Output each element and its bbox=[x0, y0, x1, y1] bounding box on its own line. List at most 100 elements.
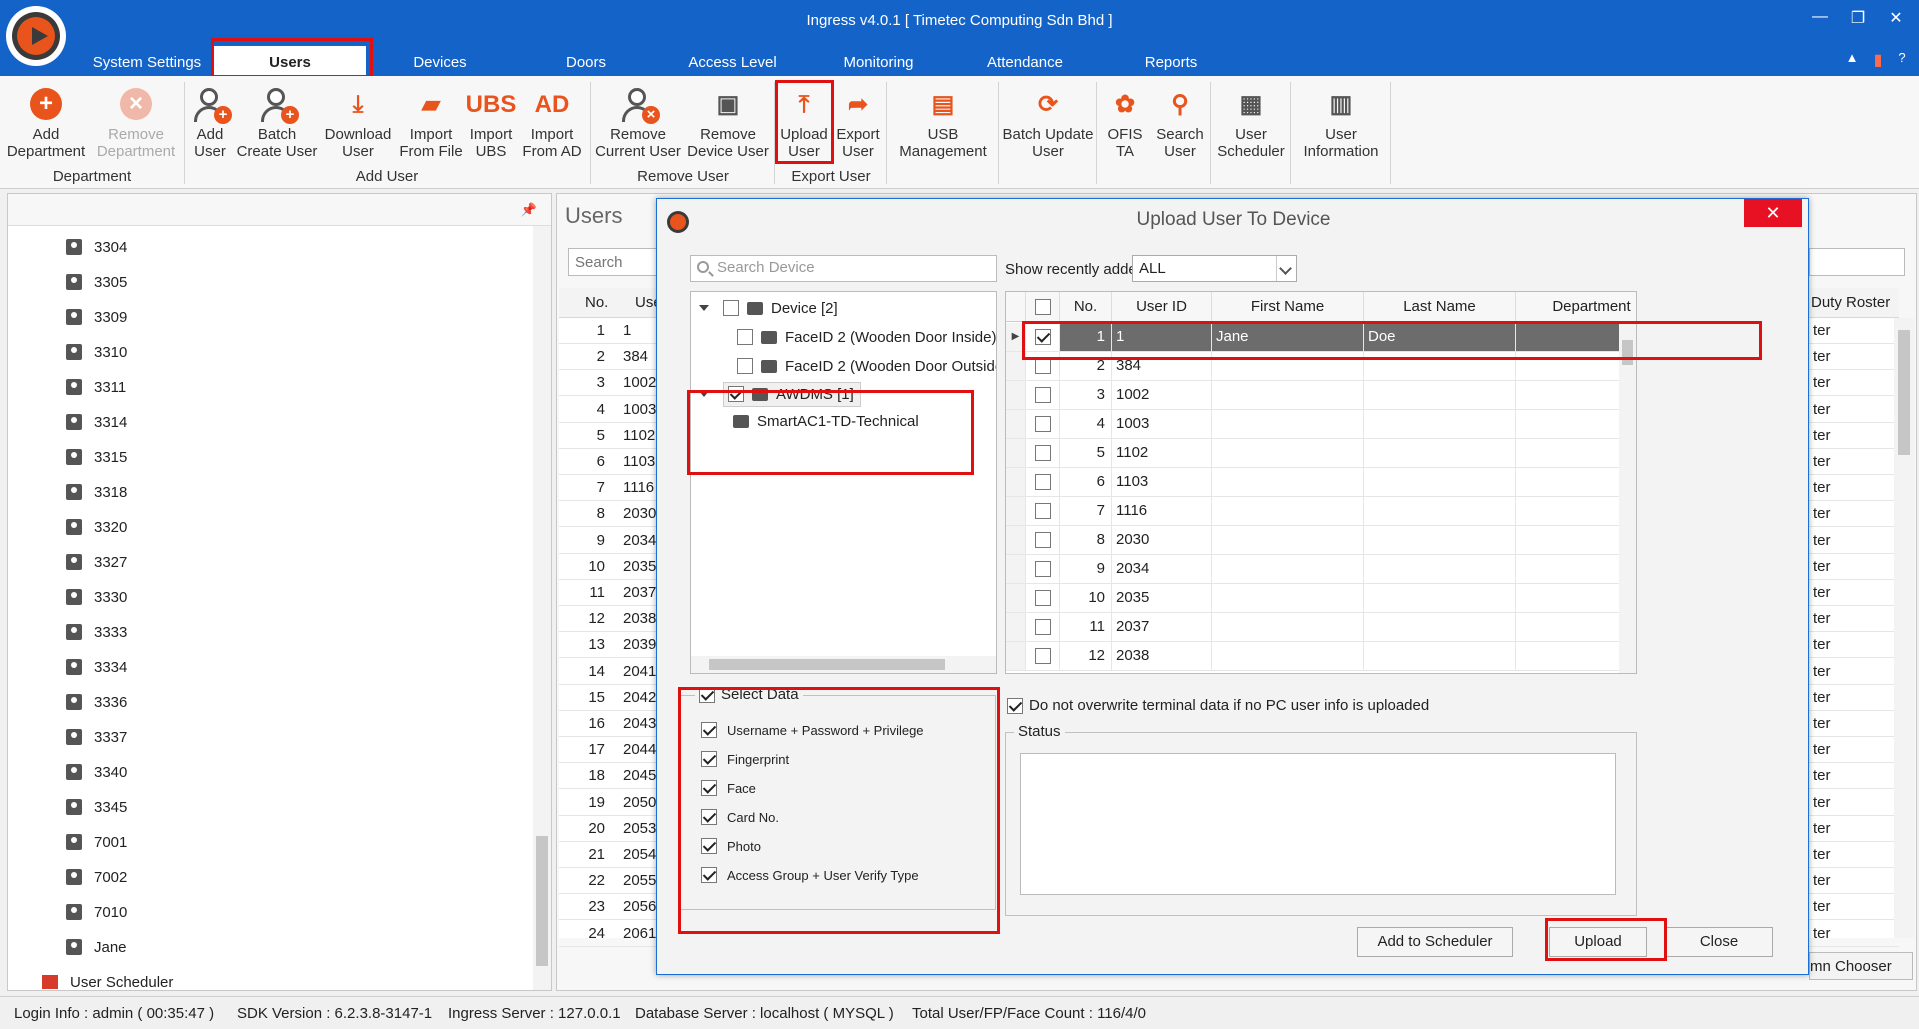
awdms-group-row[interactable]: AWDMS [1] bbox=[699, 381, 861, 407]
device-checkbox[interactable] bbox=[737, 329, 753, 345]
tree-user-item[interactable]: 3336 bbox=[66, 691, 127, 713]
table-row[interactable]: 4 1003 bbox=[559, 397, 659, 423]
tab-access-level[interactable]: Access Level bbox=[680, 54, 785, 76]
tree-user-item[interactable]: 3318 bbox=[66, 481, 127, 503]
ofis-ta-button[interactable]: ✿ OFIS TA bbox=[1100, 82, 1150, 160]
device-row[interactable]: FaceID 2 (Wooden Door Inside) bbox=[737, 325, 996, 349]
tree-user-item[interactable]: Jane bbox=[66, 936, 127, 958]
row-checkbox[interactable] bbox=[1034, 329, 1051, 346]
row-checkbox[interactable] bbox=[1034, 532, 1051, 549]
row-checkbox[interactable] bbox=[1034, 561, 1051, 578]
select-data-option[interactable]: Photo bbox=[701, 838, 761, 854]
table-row[interactable]: 7 1116 bbox=[1006, 497, 1620, 526]
select-data-checkbox[interactable] bbox=[699, 686, 715, 703]
upload-grid-scrollbar[interactable] bbox=[1619, 322, 1636, 673]
tree-user-item[interactable]: 3309 bbox=[66, 306, 127, 328]
table-row[interactable]: 12 2038 bbox=[1006, 642, 1620, 671]
pin-icon[interactable]: 📌 bbox=[521, 202, 537, 218]
tree-user-item[interactable]: 3320 bbox=[66, 516, 127, 538]
awdms-group-checkbox[interactable] bbox=[728, 386, 744, 402]
table-row[interactable]: 23 2056 bbox=[559, 894, 659, 921]
table-row[interactable]: 22 2055 bbox=[559, 868, 659, 895]
remove-current-user-button[interactable]: × Remove Current User bbox=[594, 82, 682, 160]
add-user-button[interactable]: + Add User bbox=[188, 82, 232, 160]
device-row[interactable]: FaceID 2 (Wooden Door Outside) bbox=[737, 354, 996, 378]
tree-user-item[interactable]: 3311 bbox=[66, 376, 126, 398]
user-information-button[interactable]: ▥ User Information bbox=[1294, 82, 1388, 160]
tree-user-item[interactable]: 3310 bbox=[66, 341, 127, 363]
table-row[interactable]: 14 2041 bbox=[559, 659, 659, 685]
import-from-ad-button[interactable]: AD Import From AD bbox=[518, 82, 586, 160]
users-search-input[interactable] bbox=[568, 248, 662, 276]
device-row[interactable]: SmartAC1-TD-Technical bbox=[733, 409, 919, 433]
table-row[interactable]: 20 2053 bbox=[559, 816, 659, 842]
table-row[interactable]: 3 1002 bbox=[559, 370, 659, 397]
table-row[interactable]: 13 2039 bbox=[559, 632, 659, 659]
tree-user-item[interactable]: 3334 bbox=[66, 656, 127, 678]
expand-icon[interactable] bbox=[699, 305, 709, 311]
column-chooser-button[interactable]: mn Chooser bbox=[1809, 952, 1913, 980]
option-checkbox[interactable] bbox=[701, 751, 717, 767]
table-row[interactable]: 11 bbox=[559, 318, 659, 344]
table-row[interactable]: 2 384 bbox=[1006, 352, 1620, 381]
tab-devices[interactable]: Devices bbox=[400, 54, 480, 76]
option-checkbox[interactable] bbox=[701, 780, 717, 796]
device-tree-scrollbar[interactable] bbox=[691, 656, 996, 673]
tree-user-item[interactable]: 3340 bbox=[66, 761, 127, 783]
dialog-close-icon[interactable]: ✕ bbox=[1744, 199, 1802, 227]
remove-device-user-button[interactable]: ▣ Remove Device User bbox=[684, 82, 772, 160]
tree-user-item[interactable]: 3337 bbox=[66, 726, 127, 748]
table-row[interactable]: 15 2042 bbox=[559, 685, 659, 711]
close-window-icon[interactable]: ✕ bbox=[1884, 8, 1908, 28]
office-icon[interactable]: ▮ bbox=[1866, 50, 1890, 70]
tab-system-settings[interactable]: System Settings bbox=[86, 54, 208, 76]
close-button[interactable]: Close bbox=[1665, 927, 1773, 957]
row-checkbox[interactable] bbox=[1034, 503, 1051, 520]
remove-department-button[interactable]: × Remove Department bbox=[94, 82, 178, 160]
row-checkbox[interactable] bbox=[1034, 619, 1051, 636]
upload-user-button[interactable]: ⤒ Upload User bbox=[778, 82, 830, 160]
table-row[interactable]: 24 2061 bbox=[559, 921, 659, 947]
table-row[interactable]: 6 1103 bbox=[1006, 468, 1620, 497]
right-search-box[interactable] bbox=[1809, 248, 1905, 276]
select-data-option[interactable]: Fingerprint bbox=[701, 751, 789, 767]
select-all-checkbox[interactable] bbox=[1034, 299, 1051, 316]
tree-user-item[interactable]: 7010 bbox=[66, 901, 127, 923]
device-group-row[interactable]: Device [2] bbox=[699, 296, 838, 320]
tree-scrollbar[interactable] bbox=[533, 226, 551, 990]
table-row[interactable]: ▶ 1 1 Jane Doe bbox=[1006, 323, 1620, 352]
upload-button[interactable]: Upload bbox=[1549, 927, 1647, 957]
select-data-toggle[interactable]: Select Data bbox=[695, 686, 803, 703]
table-row[interactable]: 7 1116 bbox=[559, 475, 659, 502]
tree-user-scheduler[interactable]: User Scheduler bbox=[42, 971, 173, 993]
minimize-icon[interactable]: — bbox=[1808, 8, 1832, 26]
collapse-ribbon-icon[interactable]: ▲ bbox=[1840, 50, 1864, 65]
table-row[interactable]: 11 2037 bbox=[559, 580, 659, 606]
restore-icon[interactable]: ❐ bbox=[1846, 8, 1870, 28]
table-row[interactable]: 9 2034 bbox=[1006, 555, 1620, 584]
tree-user-item[interactable]: 3305 bbox=[66, 271, 127, 293]
tree-user-item[interactable]: 3304 bbox=[66, 236, 127, 258]
tree-user-item[interactable]: 3315 bbox=[66, 446, 127, 468]
table-row[interactable]: 10 2035 bbox=[1006, 584, 1620, 613]
tree-user-item[interactable]: 3333 bbox=[66, 621, 127, 643]
chevron-down-icon[interactable] bbox=[1276, 256, 1296, 281]
table-row[interactable]: 2 384 bbox=[559, 344, 659, 371]
tree-user-item[interactable]: 3327 bbox=[66, 551, 127, 573]
table-row[interactable]: 16 2043 bbox=[559, 711, 659, 737]
tree-user-item[interactable]: 7001 bbox=[66, 831, 127, 853]
device-checkbox[interactable] bbox=[737, 358, 753, 374]
table-row[interactable]: 5 1102 bbox=[1006, 439, 1620, 468]
device-search-input[interactable]: Search Device bbox=[690, 255, 997, 282]
export-user-button[interactable]: ➦ Export User bbox=[832, 82, 884, 160]
batch-update-user-button[interactable]: ⟳ Batch Update User bbox=[1002, 82, 1094, 160]
table-row[interactable]: 18 2045 bbox=[559, 763, 659, 790]
import-from-file-button[interactable]: ▰ Import From File bbox=[398, 82, 464, 160]
search-user-button[interactable]: ⚲ Search User bbox=[1152, 82, 1208, 160]
table-row[interactable]: 17 2044 bbox=[559, 737, 659, 764]
tab-attendance[interactable]: Attendance bbox=[975, 54, 1075, 76]
option-checkbox[interactable] bbox=[701, 722, 717, 738]
row-checkbox[interactable] bbox=[1034, 416, 1051, 433]
tab-users[interactable]: Users bbox=[214, 46, 366, 76]
table-row[interactable]: 12 2038 bbox=[559, 606, 659, 633]
